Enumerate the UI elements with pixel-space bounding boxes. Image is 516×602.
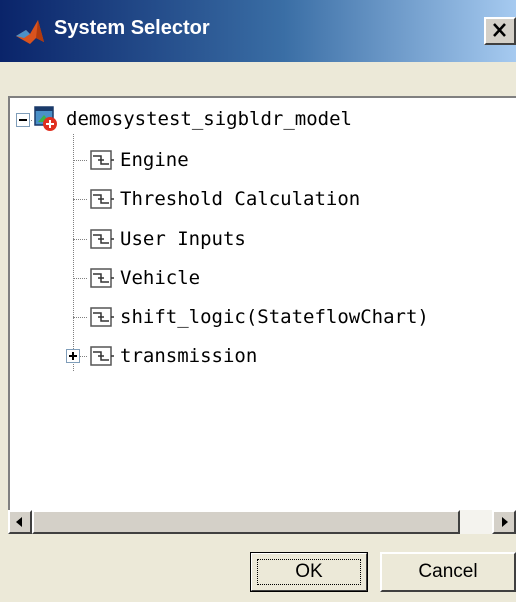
expand-toggle[interactable]: [66, 349, 80, 363]
scroll-track[interactable]: [32, 510, 492, 534]
tree-item-label[interactable]: Threshold Calculation: [120, 188, 360, 210]
subsystem-block-icon: [90, 346, 114, 366]
system-selector-dialog: System Selector demosystest_sigbldr_mode…: [0, 0, 516, 602]
model-icon: [34, 106, 57, 131]
cancel-button[interactable]: Cancel: [380, 552, 516, 592]
tree-connector: [73, 160, 87, 161]
tree-item-label[interactable]: shift_logic(StateflowChart): [120, 306, 429, 328]
close-icon: [493, 23, 506, 37]
tree-connector: [73, 239, 87, 240]
tree-connector: [80, 356, 87, 357]
collapse-toggle[interactable]: [16, 113, 30, 127]
cancel-button-label: Cancel: [418, 561, 478, 582]
tree-connector: [73, 199, 87, 200]
tree-item-label[interactable]: Vehicle: [120, 267, 200, 289]
scroll-left-button[interactable]: [8, 510, 32, 534]
focus-rectangle: [257, 559, 361, 585]
system-tree[interactable]: demosystest_sigbldr_model Engine Thresho…: [8, 96, 516, 532]
subsystem-block-icon: [90, 189, 114, 209]
tree-item-label[interactable]: User Inputs: [120, 228, 246, 250]
ok-button[interactable]: OK: [250, 552, 368, 592]
tree-root-label[interactable]: demosystest_sigbldr_model: [66, 108, 352, 130]
subsystem-block-icon: [90, 150, 114, 170]
tree-item-label[interactable]: Engine: [120, 149, 189, 171]
tree-connector: [73, 317, 87, 318]
tree-connector: [73, 134, 74, 371]
close-button[interactable]: [484, 17, 516, 45]
horizontal-scrollbar[interactable]: [8, 510, 516, 534]
tree-connector: [73, 278, 87, 279]
subsystem-block-icon: [90, 229, 114, 249]
title-bar[interactable]: System Selector: [0, 0, 516, 62]
matlab-logo-icon: [16, 20, 44, 44]
scroll-right-button[interactable]: [492, 510, 516, 534]
subsystem-block-icon: [90, 268, 114, 288]
tree-item-label[interactable]: transmission: [120, 345, 257, 367]
subsystem-block-icon: [90, 307, 114, 327]
arrow-right-icon: [502, 517, 508, 527]
scroll-thumb[interactable]: [32, 510, 460, 534]
window-title: System Selector: [54, 17, 210, 39]
arrow-left-icon: [16, 517, 22, 527]
